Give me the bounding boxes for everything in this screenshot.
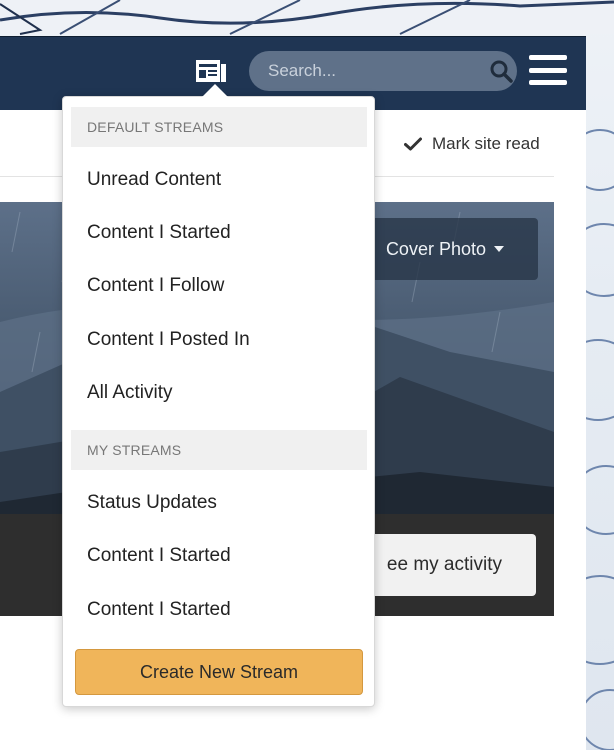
checkmark-icon [404,137,422,151]
cover-photo-label: Cover Photo [385,238,486,259]
stream-item-status-updates[interactable]: Status Updates [71,479,367,527]
my-streams-heading: MY STREAMS [71,430,367,470]
hamburger-line [529,67,567,73]
activity-stream-menu: DEFAULT STREAMS Unread Content Content I… [62,96,375,707]
activity-stream-icon [196,60,226,82]
stream-item-content-i-posted-in[interactable]: Content I Posted In [71,316,367,364]
stream-item-content-i-started[interactable]: Content I Started [71,209,367,257]
see-my-activity-label: ee my activity [386,554,502,575]
stream-item-my-content-i-started[interactable]: Content I Started [71,532,367,580]
menu-pointer-arrow [202,84,228,97]
stream-item-my-content-i-started-2[interactable]: Content I Started [71,586,367,634]
mark-site-read-link[interactable]: Mark site read [404,134,540,154]
hamburger-line [529,80,567,85]
stream-item-unread-content[interactable]: Unread Content [71,156,367,204]
search-box [249,51,517,91]
default-streams-heading: DEFAULT STREAMS [71,107,367,147]
mark-site-read-label: Mark site read [432,134,540,153]
stream-item-all-activity[interactable]: All Activity [71,369,367,417]
create-new-stream-button[interactable]: Create New Stream [75,649,363,695]
hamburger-menu-button[interactable] [529,55,567,85]
caret-down-icon [494,246,504,252]
hamburger-line [529,55,567,60]
search-icon[interactable] [489,58,513,84]
search-input[interactable] [268,61,489,81]
stream-item-content-i-follow[interactable]: Content I Follow [71,262,367,310]
